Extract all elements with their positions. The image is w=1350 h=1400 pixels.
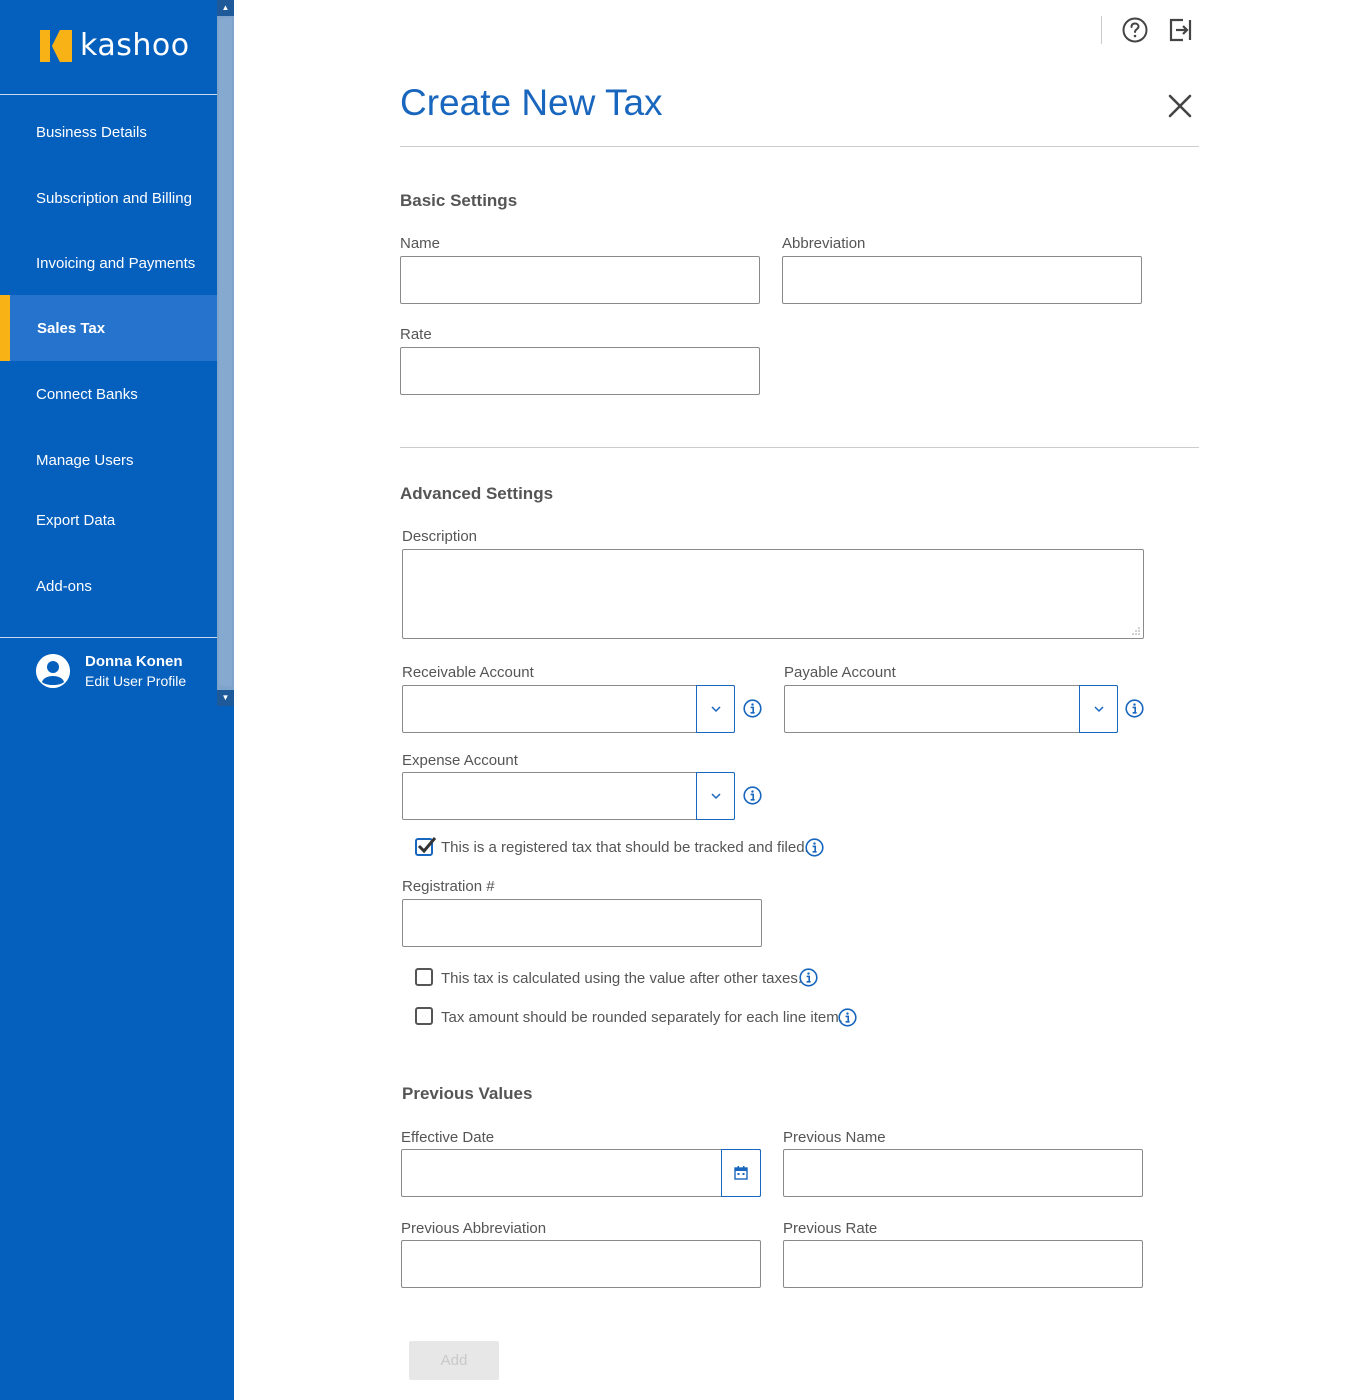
previous-rate-label: Previous Rate <box>783 1220 878 1237</box>
sidebar-item-export-data[interactable]: Export Data <box>0 487 217 553</box>
chevron-down-icon <box>1093 706 1104 713</box>
previous-name-label: Previous Name <box>783 1129 886 1146</box>
previous-abbreviation-label: Previous Abbreviation <box>401 1220 547 1237</box>
header-divider <box>1101 16 1102 44</box>
info-icon[interactable] <box>743 786 762 805</box>
previous-values-heading: Previous Values <box>402 1084 533 1103</box>
rate-label: Rate <box>400 326 432 343</box>
sidebar-divider <box>0 637 217 638</box>
kashoo-logo-icon <box>40 30 72 62</box>
basic-settings-heading: Basic Settings <box>400 191 518 210</box>
sidebar: kashoo Business Details Subscription and… <box>0 0 234 1400</box>
registration-number-input[interactable] <box>402 899 762 947</box>
edit-user-profile-link[interactable]: Edit User Profile <box>85 673 186 689</box>
effective-date-input[interactable] <box>401 1149 761 1197</box>
calendar-icon <box>734 1166 748 1180</box>
payable-account-label: Payable Account <box>784 664 896 681</box>
registration-number-label: Registration # <box>402 878 495 895</box>
scroll-up-arrow-icon[interactable]: ▲ <box>217 0 234 16</box>
after-other-taxes-label: This tax is calculated using the value a… <box>441 970 803 987</box>
user-name: Donna Konen <box>85 653 183 670</box>
rate-input[interactable] <box>400 347 760 395</box>
expense-account-label: Expense Account <box>402 752 518 769</box>
logout-icon[interactable] <box>1166 16 1194 44</box>
registered-tax-checkbox[interactable] <box>415 837 437 856</box>
chevron-down-icon <box>710 793 721 800</box>
close-icon[interactable] <box>1166 92 1194 120</box>
kashoo-logo[interactable]: kashoo <box>40 30 190 62</box>
sidebar-item-manage-users[interactable]: Manage Users <box>0 427 217 493</box>
name-label: Name <box>400 235 441 252</box>
chevron-down-icon <box>710 706 721 713</box>
info-icon[interactable] <box>1125 699 1144 718</box>
expense-account-select[interactable] <box>402 772 735 820</box>
title-divider <box>400 146 1199 147</box>
name-input[interactable] <box>400 256 760 304</box>
abbreviation-input[interactable] <box>782 256 1142 304</box>
help-icon[interactable] <box>1121 16 1149 44</box>
receivable-dropdown-button[interactable] <box>696 685 735 733</box>
payable-dropdown-button[interactable] <box>1079 685 1118 733</box>
section-divider <box>400 447 1199 448</box>
sidebar-item-invoicing-payments[interactable]: Invoicing and Payments <box>0 230 217 296</box>
checkmark-icon <box>417 837 437 854</box>
registered-tax-label: This is a registered tax that should be … <box>441 839 809 856</box>
receivable-account-select[interactable] <box>402 685 735 733</box>
sidebar-item-subscription-billing[interactable]: Subscription and Billing <box>0 165 217 231</box>
info-icon[interactable] <box>838 1008 857 1027</box>
user-avatar-icon <box>36 654 70 688</box>
previous-abbreviation-input[interactable] <box>401 1240 761 1288</box>
resize-grip-icon[interactable] <box>1132 627 1140 635</box>
date-picker-button[interactable] <box>721 1149 761 1197</box>
add-button[interactable]: Add <box>409 1341 499 1380</box>
sidebar-divider <box>0 94 217 95</box>
effective-date-label: Effective Date <box>401 1129 495 1146</box>
info-icon[interactable] <box>743 699 762 718</box>
sidebar-item-connect-banks[interactable]: Connect Banks <box>0 361 217 427</box>
receivable-account-label: Receivable Account <box>402 664 534 681</box>
sidebar-item-sales-tax[interactable]: Sales Tax <box>0 295 217 361</box>
abbreviation-label: Abbreviation <box>782 235 866 252</box>
previous-rate-input[interactable] <box>783 1240 1143 1288</box>
info-icon[interactable] <box>799 968 818 987</box>
after-other-taxes-checkbox[interactable] <box>415 968 433 986</box>
rounded-separately-label: Tax amount should be rounded separately … <box>441 1009 843 1026</box>
previous-name-input[interactable] <box>783 1149 1143 1197</box>
user-profile[interactable]: Donna Konen Edit User Profile <box>36 653 186 689</box>
expense-dropdown-button[interactable] <box>696 772 735 820</box>
sidebar-item-business-details[interactable]: Business Details <box>0 99 217 165</box>
scroll-down-arrow-icon[interactable]: ▼ <box>217 690 234 706</box>
description-textarea[interactable] <box>402 549 1144 639</box>
sidebar-scrollbar[interactable]: ▲ ▼ <box>217 0 234 706</box>
sidebar-item-add-ons[interactable]: Add-ons <box>0 553 217 619</box>
rounded-separately-checkbox[interactable] <box>415 1007 433 1025</box>
description-label: Description <box>402 528 478 545</box>
info-icon[interactable] <box>805 838 824 857</box>
payable-account-select[interactable] <box>784 685 1118 733</box>
logo-text: kashoo <box>80 28 190 63</box>
scrollbar-thumb[interactable] <box>219 18 232 686</box>
advanced-settings-heading: Advanced Settings <box>400 484 554 503</box>
page-title: Create New Tax <box>400 82 663 123</box>
